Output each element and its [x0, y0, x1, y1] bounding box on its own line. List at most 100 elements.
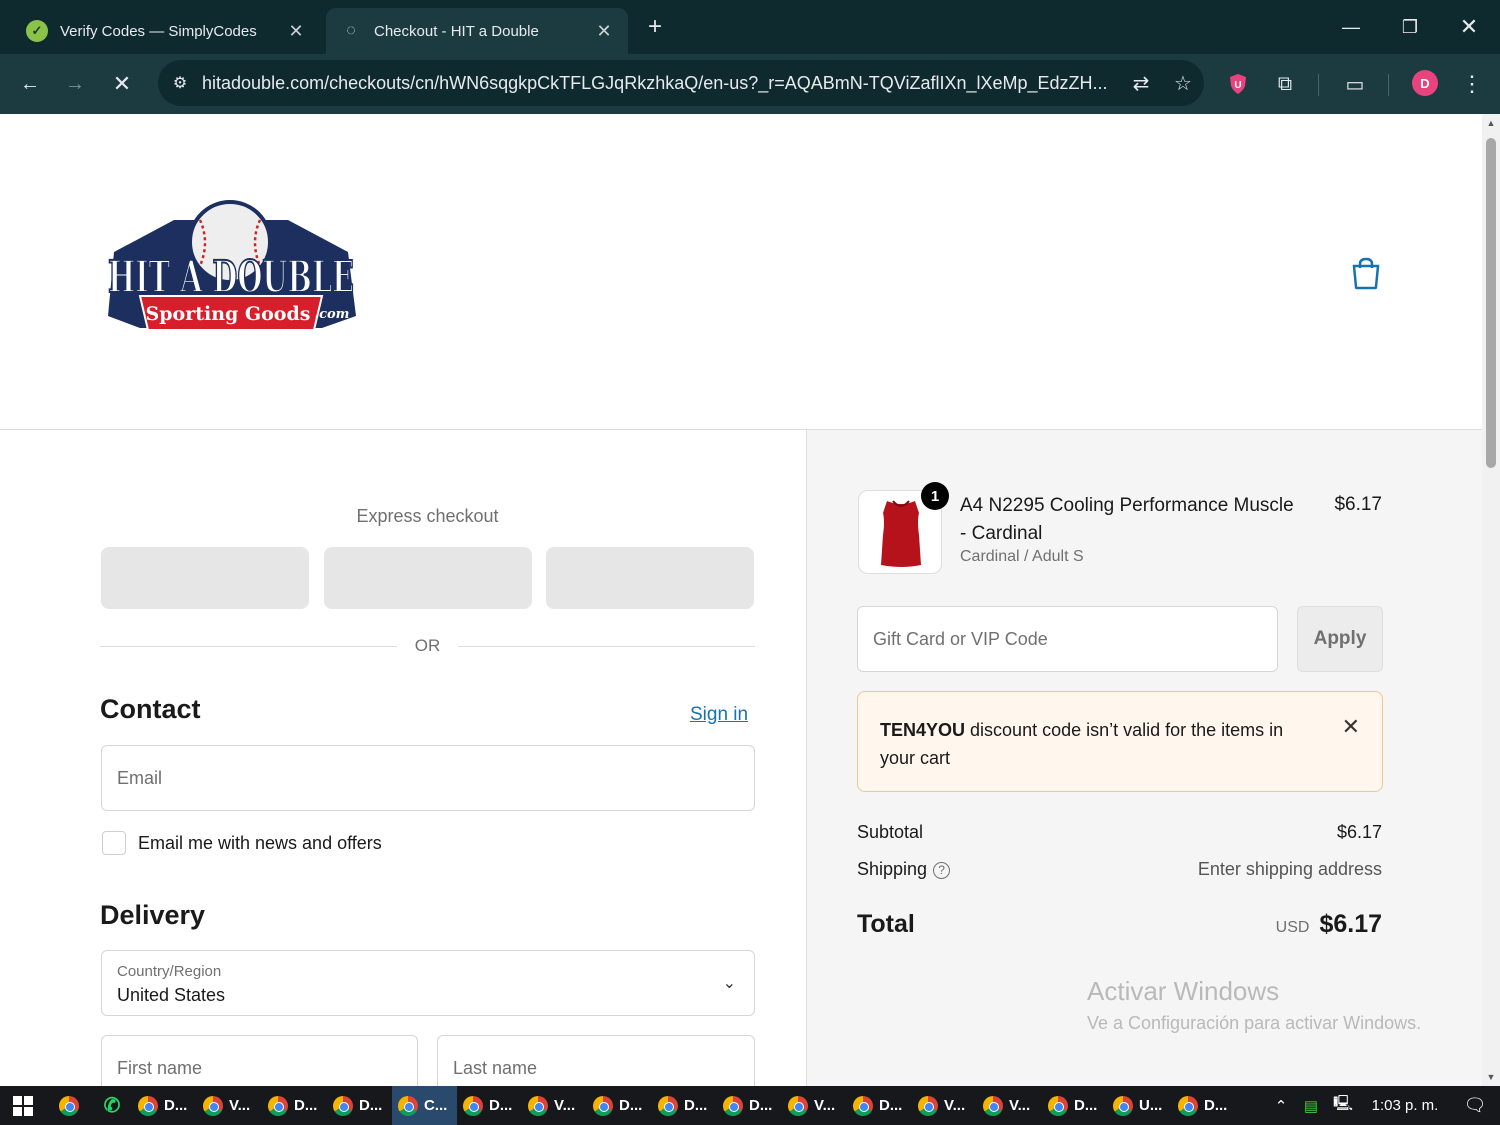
chrome-icon	[398, 1095, 418, 1116]
restore-icon[interactable]: ❐	[1381, 0, 1439, 54]
taskbar-window-button[interactable]: U...	[1107, 1086, 1172, 1125]
taskbar-window-button[interactable]: V...	[522, 1086, 587, 1125]
tab-title: Checkout - HIT a Double	[374, 22, 539, 40]
country-select[interactable]: Country/Region United States ⌄	[101, 950, 755, 1016]
taskbar-window-button[interactable]: D...	[327, 1086, 392, 1125]
start-button[interactable]	[0, 1086, 46, 1125]
notifications-icon[interactable]: 🗨	[1450, 1095, 1500, 1116]
chrome-icon	[1048, 1095, 1068, 1116]
taskbar-window-button[interactable]: D...	[132, 1086, 197, 1125]
taskbar-window-button[interactable]: V...	[912, 1086, 977, 1125]
taskbar-window-label: V...	[229, 1097, 251, 1114]
whatsapp-icon[interactable]: ✆	[92, 1086, 132, 1125]
taskbar-window-button[interactable]: D...	[262, 1086, 327, 1125]
shopping-bag-icon[interactable]	[1350, 256, 1382, 290]
express-pay-button-1[interactable]	[101, 547, 309, 609]
address-bar[interactable]: ⚙ hitadouble.com/checkouts/cn/hWN6sqgkpC…	[158, 60, 1204, 106]
chevron-down-icon: ⌄	[722, 975, 736, 992]
first-name-placeholder: First name	[117, 1058, 203, 1078]
help-question-icon[interactable]: ?	[933, 862, 951, 879]
chrome-icon	[853, 1095, 873, 1116]
total-currency: USD	[1275, 919, 1310, 936]
scroll-up-icon[interactable]: ▲	[1485, 118, 1497, 128]
simplycodes-favicon-icon: ✓	[26, 20, 48, 42]
new-tab-icon[interactable]: +	[640, 12, 670, 42]
taskbar-window-button[interactable]: D...	[457, 1086, 522, 1125]
shipping-label: Shipping	[857, 859, 928, 879]
sign-in-link[interactable]: Sign in	[690, 704, 748, 726]
scroll-down-icon[interactable]: ▼	[1485, 1072, 1497, 1082]
apply-button[interactable]: Apply	[1297, 606, 1383, 672]
bookmark-star-icon[interactable]: ☆	[1162, 71, 1204, 96]
newsletter-checkbox[interactable]	[102, 831, 126, 855]
or-label: OR	[414, 636, 441, 655]
gift-card-input[interactable]: Gift Card or VIP Code	[857, 606, 1278, 672]
express-pay-button-3[interactable]	[546, 547, 754, 609]
browser-menu-icon[interactable]: ⋮	[1454, 66, 1490, 102]
watermark-subtitle: Ve a Configuración para activar Windows.	[1087, 1013, 1422, 1033]
stop-loading-icon[interactable]: ✕	[104, 66, 140, 102]
chrome-icon	[983, 1095, 1003, 1116]
hit-a-double-logo[interactable]: HIT A DOUBLE Sporting Goods .com	[100, 196, 362, 346]
chrome-icon	[1178, 1095, 1198, 1116]
extensions-puzzle-icon[interactable]: ⧉	[1267, 66, 1303, 102]
taskbar-window-button[interactable]: D...	[847, 1086, 912, 1125]
last-name-field[interactable]: Last name	[437, 1035, 755, 1086]
taskbar-window-button[interactable]: D...	[587, 1086, 652, 1125]
taskbar-window-label: D...	[1204, 1097, 1228, 1114]
total-label: Total	[857, 910, 915, 938]
checkout-form: Express checkout OR Contact Sign in Emai…	[0, 430, 806, 1086]
total-amount: USD $6.17	[1276, 910, 1382, 939]
tab-checkout[interactable]: ◌ Checkout - HIT a Double ✕	[326, 8, 628, 54]
page-scrollbar[interactable]: ▲ ▼	[1482, 114, 1500, 1086]
product-name: A4 N2295 Cooling Performance Muscle - Ca…	[960, 495, 1294, 544]
url-text[interactable]: hitadouble.com/checkouts/cn/hWN6sqgkpCkT…	[202, 73, 1120, 94]
tab-verify-codes[interactable]: ✓ Verify Codes — SimplyCodes ✕	[12, 8, 320, 54]
chrome-icon	[723, 1095, 743, 1116]
taskbar-window-label: V...	[814, 1097, 836, 1114]
last-name-placeholder: Last name	[453, 1058, 538, 1078]
email-field[interactable]: Email	[101, 745, 755, 811]
scrollbar-thumb[interactable]	[1486, 138, 1496, 468]
forward-icon[interactable]: →	[57, 66, 93, 102]
clock[interactable]: 1:03 p. m.	[1360, 1097, 1450, 1114]
loading-favicon-icon: ◌	[346, 22, 356, 39]
close-tab-icon[interactable]: ✕	[594, 21, 614, 42]
express-pay-button-2[interactable]	[324, 547, 532, 609]
taskbar-window-button[interactable]: V...	[782, 1086, 847, 1125]
site-settings-icon[interactable]: ⚙	[158, 73, 202, 93]
first-name-field[interactable]: First name	[101, 1035, 418, 1086]
close-icon[interactable]: ✕	[1342, 714, 1360, 740]
chrome-pinned-button[interactable]	[46, 1086, 92, 1125]
chrome-icon	[268, 1095, 288, 1116]
reading-mode-icon[interactable]: ▭	[1337, 66, 1373, 102]
quantity-badge: 1	[921, 482, 949, 510]
gift-card-placeholder: Gift Card or VIP Code	[873, 629, 1048, 649]
taskbar-window-button[interactable]: D...	[1172, 1086, 1237, 1125]
taskbar-window-button[interactable]: D...	[1042, 1086, 1107, 1125]
taskbar-window-label: D...	[164, 1097, 188, 1114]
minimize-icon[interactable]: —	[1322, 0, 1380, 54]
taskbar-window-button[interactable]: V...	[977, 1086, 1042, 1125]
taskbar-window-button[interactable]: D...	[652, 1086, 717, 1125]
monitor-app-icon[interactable]: ▤	[1296, 1097, 1326, 1115]
show-hidden-icons-icon[interactable]: ⌃	[1266, 1097, 1296, 1115]
translate-icon[interactable]: ⇄	[1120, 71, 1162, 96]
network-icon[interactable]: 🖳	[1326, 1093, 1360, 1118]
taskbar-window-button[interactable]: D...	[717, 1086, 782, 1125]
subtotal-value: $6.17	[1336, 822, 1382, 842]
close-window-icon[interactable]: ✕	[1440, 0, 1498, 54]
browser-toolbar: ← → ✕ ⚙ hitadouble.com/checkouts/cn/hWN6…	[0, 54, 1500, 114]
back-icon[interactable]: ←	[12, 66, 48, 102]
toolbar-divider	[1318, 74, 1319, 96]
ublock-shield-icon[interactable]: U	[1220, 66, 1256, 102]
toolbar-divider	[1388, 74, 1389, 96]
taskbar-window-button[interactable]: C...	[392, 1086, 457, 1125]
close-tab-icon[interactable]: ✕	[286, 21, 306, 42]
newsletter-label[interactable]: Email me with news and offers	[138, 833, 382, 854]
or-divider: OR	[100, 636, 755, 658]
profile-avatar[interactable]: D	[1412, 70, 1438, 96]
taskbar-window-button[interactable]: V...	[197, 1086, 262, 1125]
chrome-icon	[203, 1095, 223, 1116]
windows-activation-watermark: Activar Windows Ve a Configuración para …	[1087, 976, 1421, 1034]
